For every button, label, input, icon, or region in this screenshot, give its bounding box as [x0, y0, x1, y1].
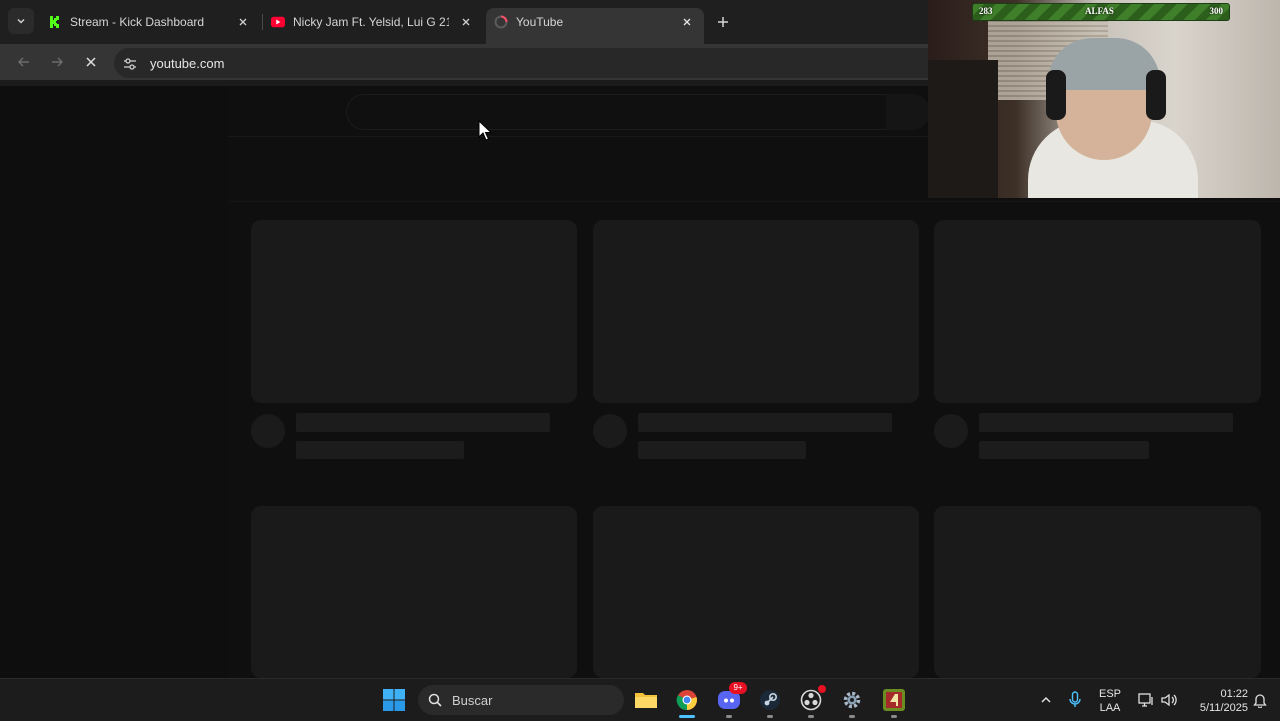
youtube-search-placeholder[interactable] — [346, 94, 888, 130]
close-icon[interactable] — [459, 15, 473, 29]
tab-title: Stream - Kick Dashboard — [70, 15, 205, 29]
tab-nicky-jam[interactable]: Nicky Jam Ft. Yelsid, Lui G 21 Plu — [271, 8, 483, 36]
channel-avatar-placeholder — [251, 414, 285, 448]
meta-placeholder — [638, 441, 806, 459]
youtube-favicon-icon — [271, 15, 285, 29]
arrow-right-icon — [52, 57, 64, 67]
steam-button[interactable] — [758, 688, 782, 718]
tab-title: Nicky Jam Ft. Yelsid, Lui G 21 Plu — [293, 15, 449, 29]
url-text: youtube.com — [150, 56, 225, 71]
speaker-icon — [1161, 693, 1177, 707]
kick-favicon-icon — [48, 15, 62, 29]
title-placeholder — [638, 413, 892, 432]
loading-spinner-icon — [494, 15, 508, 29]
stop-loading-button[interactable] — [81, 52, 101, 72]
arrow-left-icon — [17, 57, 29, 67]
close-icon[interactable] — [236, 15, 250, 29]
steam-icon — [760, 690, 780, 710]
close-icon[interactable] — [680, 15, 694, 29]
back-button[interactable] — [14, 52, 34, 72]
search-label: Buscar — [452, 693, 493, 708]
notification-badge: 9+ — [729, 682, 747, 694]
notification-bell-icon — [1253, 694, 1267, 708]
clock-date: 5/11/2025 — [1199, 702, 1248, 714]
chrome-button[interactable] — [675, 688, 699, 718]
search-icon — [428, 693, 442, 707]
game-app-button[interactable] — [882, 688, 906, 718]
folder-icon — [635, 693, 657, 708]
thumbnail-placeholder — [593, 220, 919, 403]
chevron-down-icon — [17, 18, 25, 24]
network-button[interactable] — [1134, 688, 1158, 712]
xp-progress-bar: 283 ALFAS 300 — [972, 3, 1230, 21]
youtube-sidebar-placeholder — [0, 86, 228, 678]
obs-button[interactable] — [799, 685, 826, 718]
chevron-up-icon — [1041, 696, 1051, 703]
webcam-overlay — [928, 0, 1280, 198]
address-bar[interactable]: youtube.com — [114, 48, 928, 78]
notification-dot — [818, 685, 826, 693]
microphone-icon — [1069, 691, 1081, 707]
thumbnail-placeholder — [593, 506, 919, 678]
microphone-button[interactable] — [1063, 688, 1087, 712]
clock[interactable]: 01:22 5/11/2025 — [1188, 687, 1248, 715]
xp-current: 283 — [979, 6, 993, 16]
network-icon — [1138, 693, 1153, 707]
tune-icon[interactable] — [122, 56, 138, 72]
gear-icon — [843, 691, 861, 709]
thumbnail-placeholder — [251, 506, 577, 678]
tab-search-button[interactable] — [8, 8, 34, 34]
xp-target: 300 — [1209, 6, 1224, 16]
clock-time: 01:22 — [1220, 688, 1248, 700]
channel-avatar-placeholder — [934, 414, 968, 448]
show-hidden-icons-button[interactable] — [1034, 688, 1058, 712]
chrome-icon — [676, 690, 697, 711]
tab-title: YouTube — [516, 15, 564, 29]
discord-button[interactable]: 9+ — [717, 682, 747, 718]
tab-strip: Stream - Kick Dashboard Nicky Jam Ft. Ye… — [0, 0, 928, 44]
title-placeholder — [296, 413, 550, 432]
volume-button[interactable] — [1157, 688, 1181, 712]
settings-button[interactable] — [840, 688, 864, 718]
browser-toolbar: youtube.com — [0, 44, 928, 80]
channel-avatar-placeholder — [593, 414, 627, 448]
layout-code: LAA — [1099, 702, 1121, 714]
game-icon — [883, 689, 905, 711]
close-icon — [86, 57, 96, 67]
forward-button[interactable] — [47, 52, 67, 72]
tab-separator — [262, 14, 263, 30]
tab-youtube[interactable]: YouTube — [486, 8, 704, 44]
title-placeholder — [979, 413, 1233, 432]
thumbnail-placeholder — [934, 506, 1261, 678]
tab-kick-dashboard[interactable]: Stream - Kick Dashboard — [48, 8, 260, 36]
youtube-search-button-placeholder[interactable] — [886, 94, 930, 130]
meta-placeholder — [979, 441, 1149, 459]
language-indicator[interactable]: ESP LAA — [1094, 687, 1126, 715]
taskbar-search[interactable]: Buscar — [418, 685, 624, 715]
file-explorer-button[interactable] — [634, 688, 658, 712]
start-button[interactable] — [382, 688, 406, 712]
meta-placeholder — [296, 441, 464, 459]
windows-logo-icon — [383, 689, 405, 711]
windows-taskbar: Buscar 9+ ESP LAA 01:22 5/11/2025 — [0, 678, 1280, 721]
thumbnail-placeholder — [251, 220, 577, 403]
language-code: ESP — [1098, 688, 1121, 700]
plus-icon — [718, 17, 728, 27]
new-tab-button[interactable] — [714, 13, 732, 31]
notification-center-button[interactable] — [1248, 688, 1272, 712]
mouse-cursor-icon — [478, 120, 492, 141]
thumbnail-placeholder — [934, 220, 1261, 403]
xp-name: ALFAS — [1085, 6, 1114, 16]
obs-icon — [800, 689, 822, 711]
active-indicator — [679, 715, 695, 718]
